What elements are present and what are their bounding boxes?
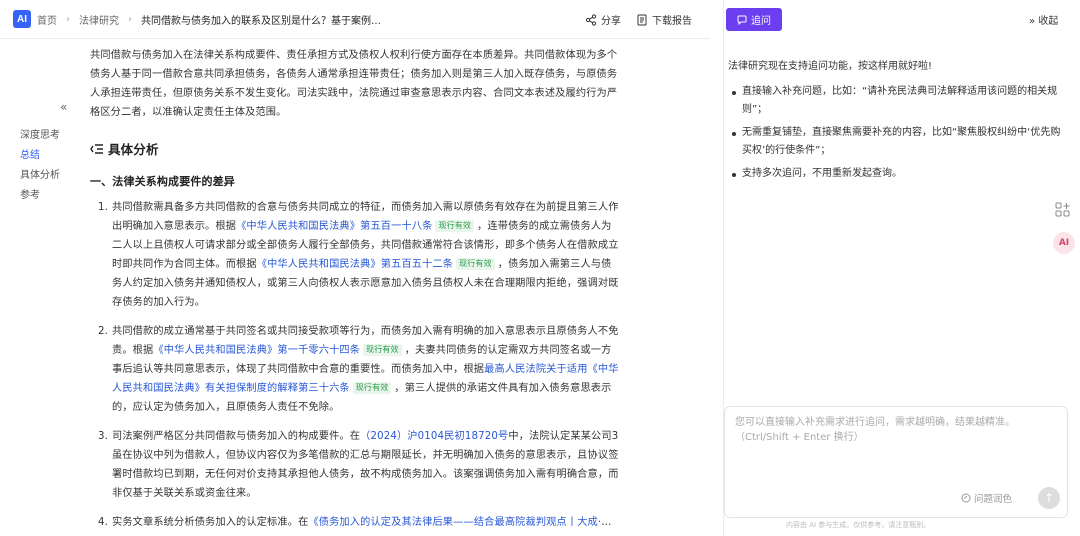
share-label: 分享 — [601, 16, 621, 27]
table-of-contents: 深度思考 总结 具体分析 参考 — [20, 126, 60, 206]
polish-label: 问题润色 — [974, 494, 1013, 505]
analysis-list: 1. 共同借款需具备多方共同借款的合意与债务共同成立的特征，而债务加入需以原债务… — [90, 198, 620, 532]
collapse-toc-icon[interactable]: « — [60, 100, 67, 114]
grid-add-icon[interactable] — [1055, 202, 1071, 218]
section-title: 具体分析 — [108, 141, 159, 157]
item-text: … — [601, 517, 612, 528]
chat-icon — [737, 15, 747, 25]
app-logo[interactable]: AI — [13, 10, 31, 28]
sparkle-icon — [961, 493, 971, 503]
double-chevron-right-icon: » — [1029, 16, 1036, 27]
item-number: 2. — [98, 326, 109, 337]
document-icon — [637, 14, 647, 25]
tip-item: 支持多次追问，不用重新发起查询。 — [728, 165, 1068, 184]
breadcrumb: 首页 › 法律研究 › 共同借款与债务加入的联系及区别是什么？基于案例分... — [37, 0, 381, 39]
follow-up-guide: 法律研究现在支持追问功能，按这样用就好啦! 直接输入补充问题，比如：“请补充民法… — [728, 58, 1068, 187]
share-icon — [585, 13, 597, 26]
status-badge: 现行有效 — [435, 220, 475, 232]
item-text: 司法案例严格区分共同借款与债务加入的构成要件。在 — [112, 431, 361, 442]
article-link[interactable]: 《债务加入的认定及其法律后果——结合最高院裁判观点丨大成· — [308, 517, 601, 528]
ai-disclaimer: 内容由 AI 参与生成，仅供参考，请注意甄别。 — [786, 521, 931, 529]
law-link[interactable]: 《中华人民共和国民法典》第一千零六十四条 — [153, 345, 360, 356]
summary-paragraph: 共同借款与债务加入在法律关系构成要件、责任承担方式及债权人权利行使方面存在本质差… — [90, 50, 618, 118]
polish-question-button[interactable]: 问题润色 — [961, 491, 1012, 505]
toc-item-analysis[interactable]: 具体分析 — [20, 166, 60, 186]
tip-item: 直接输入补充问题，比如：“请补充民法典司法解释适用该问题的相关规则”； — [728, 83, 1068, 120]
status-badge: 现行有效 — [456, 258, 495, 270]
send-button[interactable]: ↑ — [1038, 487, 1060, 509]
law-link[interactable]: 《中华人民共和国民法典》第五百一十八条 — [236, 221, 432, 232]
tips-list: 直接输入补充问题，比如：“请补充民法典司法解释适用该问题的相关规则”； 无需重复… — [728, 83, 1068, 184]
chevron-right-icon: › — [66, 14, 70, 25]
download-report-button[interactable]: 下载报告 — [636, 12, 692, 27]
subsection-title: 一、法律关系构成要件的差异 — [90, 175, 235, 188]
list-item: 4. 实务文章系统分析债务加入的认定标准。在《债务加入的认定及其法律后果——结合… — [90, 513, 620, 532]
collapse-panel-button[interactable]: » 收起 — [1029, 12, 1058, 27]
report-pane: AI 首页 › 法律研究 › 共同借款与债务加入的联系及区别是什么？基于案例分.… — [0, 0, 710, 536]
list-item: 2. 共同借款的成立通常基于共同签名或共同接受款项等行为，而债务加入需有明确的加… — [90, 322, 620, 417]
follow-up-input[interactable]: 您可以直接输入补充需求进行追问，需求越明确，结果越精准。（Ctrl/Shift … — [724, 406, 1068, 518]
item-text: 实务文章系统分析债务加入的认定标准。在 — [112, 517, 309, 528]
download-report-label: 下载报告 — [652, 16, 692, 27]
input-placeholder[interactable]: 您可以直接输入补充需求进行追问，需求越明确，结果越精准。（Ctrl/Shift … — [735, 415, 1055, 445]
outline-icon — [90, 144, 103, 154]
item-number: 3. — [98, 431, 109, 442]
breadcrumb-current: 共同借款与债务加入的联系及区别是什么？基于案例分... — [141, 16, 381, 27]
case-link[interactable]: （2024）沪0104民初18720号 — [360, 431, 508, 442]
toc-item-deep-thinking[interactable]: 深度思考 — [20, 126, 60, 146]
list-item: 3. 司法案例严格区分共同借款与债务加入的构成要件。在（2024）沪0104民初… — [90, 427, 620, 503]
toc-item-summary[interactable]: 总结 — [20, 146, 60, 166]
list-item: 1. 共同借款需具备多方共同借款的合意与债务共同成立的特征，而债务加入需以原债务… — [90, 198, 620, 312]
status-badge: 现行有效 — [352, 382, 392, 394]
law-link[interactable]: 《中华人民共和国民法典》第五百五十二条 — [257, 259, 453, 270]
collapse-label: 收起 — [1038, 16, 1059, 27]
toc-item-references[interactable]: 参考 — [20, 186, 60, 206]
chevron-right-icon: › — [128, 14, 132, 25]
guide-intro: 法律研究现在支持追问功能，按这样用就好啦! — [728, 61, 933, 72]
report-content: 共同借款与债务加入在法律关系构成要件、责任承担方式及债权人权利行使方面存在本质差… — [90, 46, 620, 536]
follow-up-label: 追问 — [751, 16, 771, 27]
share-button[interactable]: 分享 — [585, 12, 621, 27]
item-number: 4. — [98, 517, 109, 528]
tip-item: 无需重复铺垫，直接聚焦需要补充的内容，比如“聚焦股权纠纷中‘优先购买权’的行使条… — [728, 124, 1068, 161]
breadcrumb-home[interactable]: 首页 — [37, 12, 57, 27]
section-heading: 具体分析 — [90, 138, 620, 160]
arrow-up-icon: ↑ — [1043, 491, 1055, 505]
top-bar: AI 首页 › 法律研究 › 共同借款与债务加入的联系及区别是什么？基于案例分.… — [0, 0, 710, 39]
assistant-avatar-icon[interactable]: AI — [1053, 232, 1075, 254]
follow-up-button[interactable]: 追问 — [726, 8, 782, 31]
follow-up-panel: 追问 » 收起 法律研究现在支持追问功能，按这样用就好啦! 直接输入补充问题，比… — [723, 0, 1080, 536]
item-number: 1. — [98, 202, 109, 213]
breadcrumb-legal-research[interactable]: 法律研究 — [79, 12, 119, 27]
status-badge: 现行有效 — [363, 344, 402, 356]
